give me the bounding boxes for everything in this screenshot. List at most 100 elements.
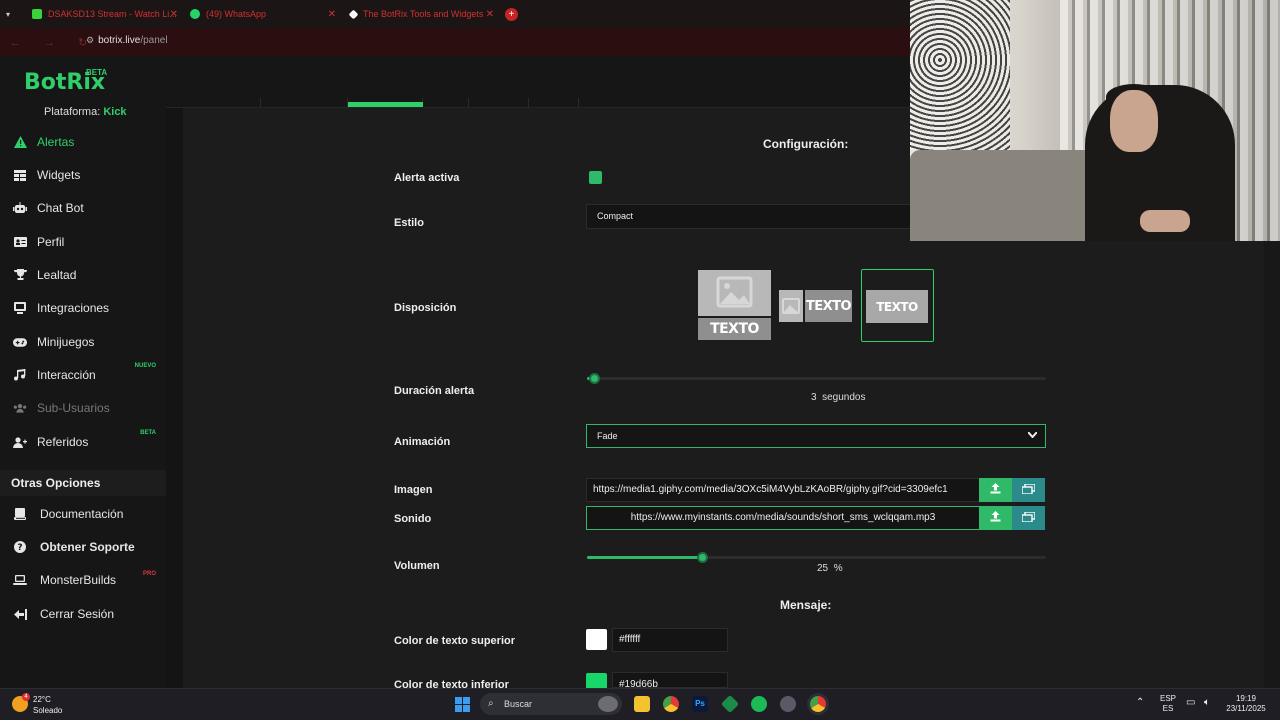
streamer-face — [1110, 90, 1158, 152]
url-field[interactable]: ⚙ botrix.live/panel — [86, 35, 168, 46]
tab-segment[interactable] — [184, 98, 261, 108]
url-host: botrix.live — [98, 35, 141, 46]
image-upload-button[interactable] — [979, 478, 1012, 502]
photoshop-icon[interactable]: Ps — [692, 696, 708, 712]
tab-active-indicator — [348, 102, 423, 107]
duration-slider[interactable] — [587, 373, 1046, 384]
webcam-overlay — [910, 0, 1280, 241]
top-text-color-swatch[interactable] — [586, 629, 607, 650]
plug-icon — [13, 301, 27, 315]
gallery-icon — [1021, 509, 1036, 527]
laptop-icon — [13, 573, 27, 587]
duration-slider-handle[interactable] — [589, 373, 600, 384]
weather-widget[interactable]: 22°C Soleado — [33, 694, 62, 716]
bottom-text-color-input[interactable]: #19d66b — [612, 672, 728, 688]
volume-unit: % — [833, 563, 843, 574]
tab-segment[interactable] — [469, 98, 529, 108]
grid-icon — [13, 168, 27, 182]
image-library-button[interactable] — [1012, 478, 1045, 502]
user-plus-icon — [13, 435, 27, 449]
message-heading: Mensaje: — [780, 598, 832, 612]
sidebar-item-interaccion[interactable]: Interacción NUEVO — [0, 360, 166, 390]
duration-value: 3 — [811, 392, 817, 403]
sound-library-button[interactable] — [1012, 506, 1045, 530]
sidebar-item-alertas[interactable]: Alertas — [0, 127, 166, 157]
chrome-icon[interactable] — [663, 696, 679, 712]
robot-icon — [13, 201, 27, 215]
layout-option-image-top[interactable]: TEXTO — [698, 270, 771, 342]
keyboard-code: ES — [1162, 704, 1174, 713]
tab-segment[interactable] — [423, 98, 469, 108]
new-tab-button[interactable]: + — [505, 4, 519, 24]
sidebar-item-label: Widgets — [37, 168, 81, 182]
active-alert-checkbox[interactable] — [589, 171, 602, 184]
close-icon[interactable]: ✕ — [170, 9, 178, 20]
spotify-icon[interactable] — [751, 696, 767, 712]
tab-whatsapp[interactable]: (49) WhatsApp ✕ — [190, 4, 336, 24]
close-icon[interactable]: ✕ — [328, 9, 336, 20]
option-obtener-soporte[interactable]: ? Obtener Soporte — [0, 533, 166, 561]
chrome-active-icon[interactable] — [810, 696, 826, 712]
close-icon[interactable]: ✕ — [486, 9, 494, 20]
sidebar-item-label: Minijuegos — [37, 335, 95, 349]
weather-condition: Soleado — [33, 706, 63, 715]
site-info-icon[interactable]: ⚙ — [86, 35, 94, 45]
search-icon: ⌕ — [488, 698, 494, 709]
sidebar-item-chat-bot[interactable]: Chat Bot — [0, 193, 166, 223]
option-monsterbuilds[interactable]: MonsterBuilds PRO — [0, 566, 166, 594]
beta-badge: BETA — [140, 430, 156, 436]
sidebar-item-label: Sub-Usuarios — [37, 401, 110, 415]
option-cerrar-sesion[interactable]: Cerrar Sesión — [0, 600, 166, 628]
sidebar-item-integraciones[interactable]: Integraciones — [0, 293, 166, 323]
trophy-icon — [13, 268, 27, 282]
sidebar-item-minijuegos[interactable]: Minijuegos — [0, 327, 166, 357]
gallery-icon — [1021, 481, 1036, 499]
tab-title: The BotRix Tools and Widgets — [363, 9, 484, 19]
animation-select[interactable]: Fade — [586, 424, 1046, 448]
sidebar-item-widgets[interactable]: Widgets — [0, 160, 166, 190]
chevron-down-icon — [1027, 425, 1038, 447]
sidebar-item-label: Integraciones — [37, 301, 110, 315]
nav-buttons[interactable]: ← → ↻ — [10, 36, 97, 49]
time: 19:19 — [1235, 694, 1257, 703]
animation-label: Animación — [394, 436, 451, 448]
taskbar-search[interactable]: ⌕ Buscar — [480, 693, 622, 715]
network-icon[interactable]: ▭ — [1186, 698, 1195, 708]
tab-stream[interactable]: DSAKSD13 Stream - Watch Li... ✕ — [32, 4, 178, 24]
tab-botrix[interactable]: The BotRix Tools and Widgets ✕ — [348, 4, 494, 24]
book-icon — [13, 507, 27, 521]
sidebar-item-lealtad[interactable]: Lealtad — [0, 260, 166, 290]
image-placeholder-icon — [779, 290, 803, 322]
sound-url-input[interactable]: https://www.myinstants.com/media/sounds/… — [586, 506, 980, 530]
top-text-color-input[interactable]: #ffffff — [612, 628, 728, 652]
language-indicator[interactable]: ESP ES — [1158, 694, 1178, 714]
file-explorer-icon[interactable] — [634, 696, 650, 712]
tab-title: (49) WhatsApp — [206, 9, 267, 19]
layout-label: Disposición — [394, 302, 457, 314]
logout-icon — [13, 607, 27, 621]
volume-icon[interactable]: 🔈︎ — [1204, 698, 1210, 708]
kick-icon — [32, 9, 42, 19]
other-options-heading: Otras Opciones — [0, 470, 166, 496]
image-url-input[interactable]: https://media1.giphy.com/media/3OXc5iM4V… — [586, 478, 980, 502]
tab-menu-button[interactable]: ▾ — [6, 4, 22, 24]
volume-slider-handle[interactable] — [697, 552, 708, 563]
sidebar-item-referidos[interactable]: Referidos BETA — [0, 427, 166, 457]
game-launcher-icon[interactable] — [780, 696, 796, 712]
sidebar-item-label: Chat Bot — [37, 201, 84, 215]
option-documentacion[interactable]: Documentación — [0, 500, 166, 528]
layout-option-image-left[interactable]: TEXTO — [779, 270, 852, 342]
tray-chevron-icon[interactable]: ⌃ — [1136, 698, 1144, 708]
volume-slider[interactable] — [587, 552, 1046, 563]
platform-label: Plataforma: — [44, 106, 101, 118]
sidebar-item-perfil[interactable]: Perfil — [0, 227, 166, 257]
sidebar-item-label: Interacción — [37, 368, 96, 382]
svg-text:?: ? — [17, 543, 22, 553]
sidebar-item-sub-usuarios[interactable]: Sub-Usuarios — [0, 393, 166, 423]
tab-segment[interactable] — [261, 98, 348, 108]
sound-upload-button[interactable] — [979, 506, 1012, 530]
windows-start-icon[interactable] — [455, 697, 470, 712]
tab-segment[interactable] — [529, 98, 579, 108]
clock[interactable]: 19:19 23/11/2025 — [1222, 694, 1270, 714]
platform-value: Kick — [103, 106, 127, 118]
